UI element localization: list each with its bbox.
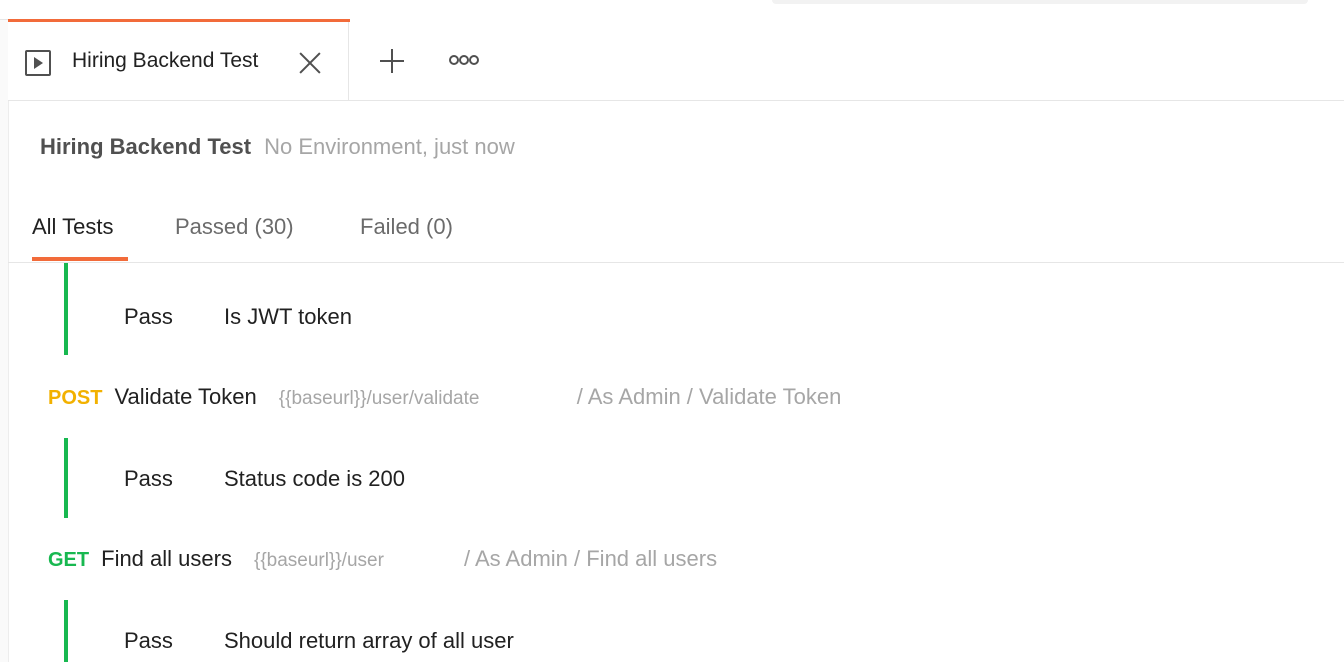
close-icon[interactable]	[298, 51, 322, 75]
result-name: Status code is 200	[224, 466, 406, 491]
result-status: Pass	[124, 466, 173, 491]
request-name: Validate Token	[114, 384, 257, 409]
result-status: Pass	[124, 628, 173, 653]
result-status: Pass	[124, 304, 173, 329]
tab-all-tests[interactable]: All Tests	[32, 214, 114, 240]
request-row[interactable]: GET Find all users {{baseurl}}/user / As Ad…	[48, 546, 717, 576]
run-title: Hiring Backend Test	[40, 134, 252, 159]
request-row[interactable]: POST Validate Token {{baseurl}}/user/valid…	[48, 384, 841, 414]
app-header-strip	[0, 0, 1344, 20]
active-filter-indicator	[32, 257, 128, 261]
more-options-icon[interactable]	[449, 55, 479, 65]
result-name: Should return array of all user	[224, 628, 514, 653]
runner-play-icon	[25, 50, 51, 76]
left-sidebar-edge	[0, 20, 9, 662]
run-meta: No Environment, just now	[264, 134, 515, 159]
tab-title: Hiring Backend Test	[72, 49, 259, 72]
pass-indicator-bar	[64, 263, 68, 355]
pass-indicator-bar	[64, 438, 68, 518]
active-tab-indicator	[8, 19, 350, 22]
plus-icon[interactable]	[378, 47, 406, 75]
request-name: Find all users	[101, 546, 232, 571]
tab-bar: Hiring Backend Test	[8, 19, 1344, 101]
tab-passed[interactable]: Passed (30)	[175, 214, 294, 240]
search-bar[interactable]	[772, 0, 1308, 4]
request-path: / As Admin / Find all users	[463, 546, 718, 571]
tab-failed[interactable]: Failed (0)	[360, 214, 453, 240]
filter-tabs: All Tests Passed (30) Failed (0)	[8, 200, 1344, 263]
method-badge: GET	[48, 549, 90, 571]
pass-indicator-bar	[64, 600, 68, 662]
method-badge: POST	[48, 387, 103, 409]
run-header: Hiring Backend Test No Environment, just …	[40, 134, 515, 160]
request-path: / As Admin / Validate Token	[576, 384, 842, 409]
request-url: {{baseurl}}/user	[253, 550, 384, 571]
tab-runner[interactable]: Hiring Backend Test	[8, 19, 350, 100]
result-name: Is JWT token	[224, 304, 352, 329]
request-url: {{baseurl}}/user/validate	[278, 388, 480, 409]
